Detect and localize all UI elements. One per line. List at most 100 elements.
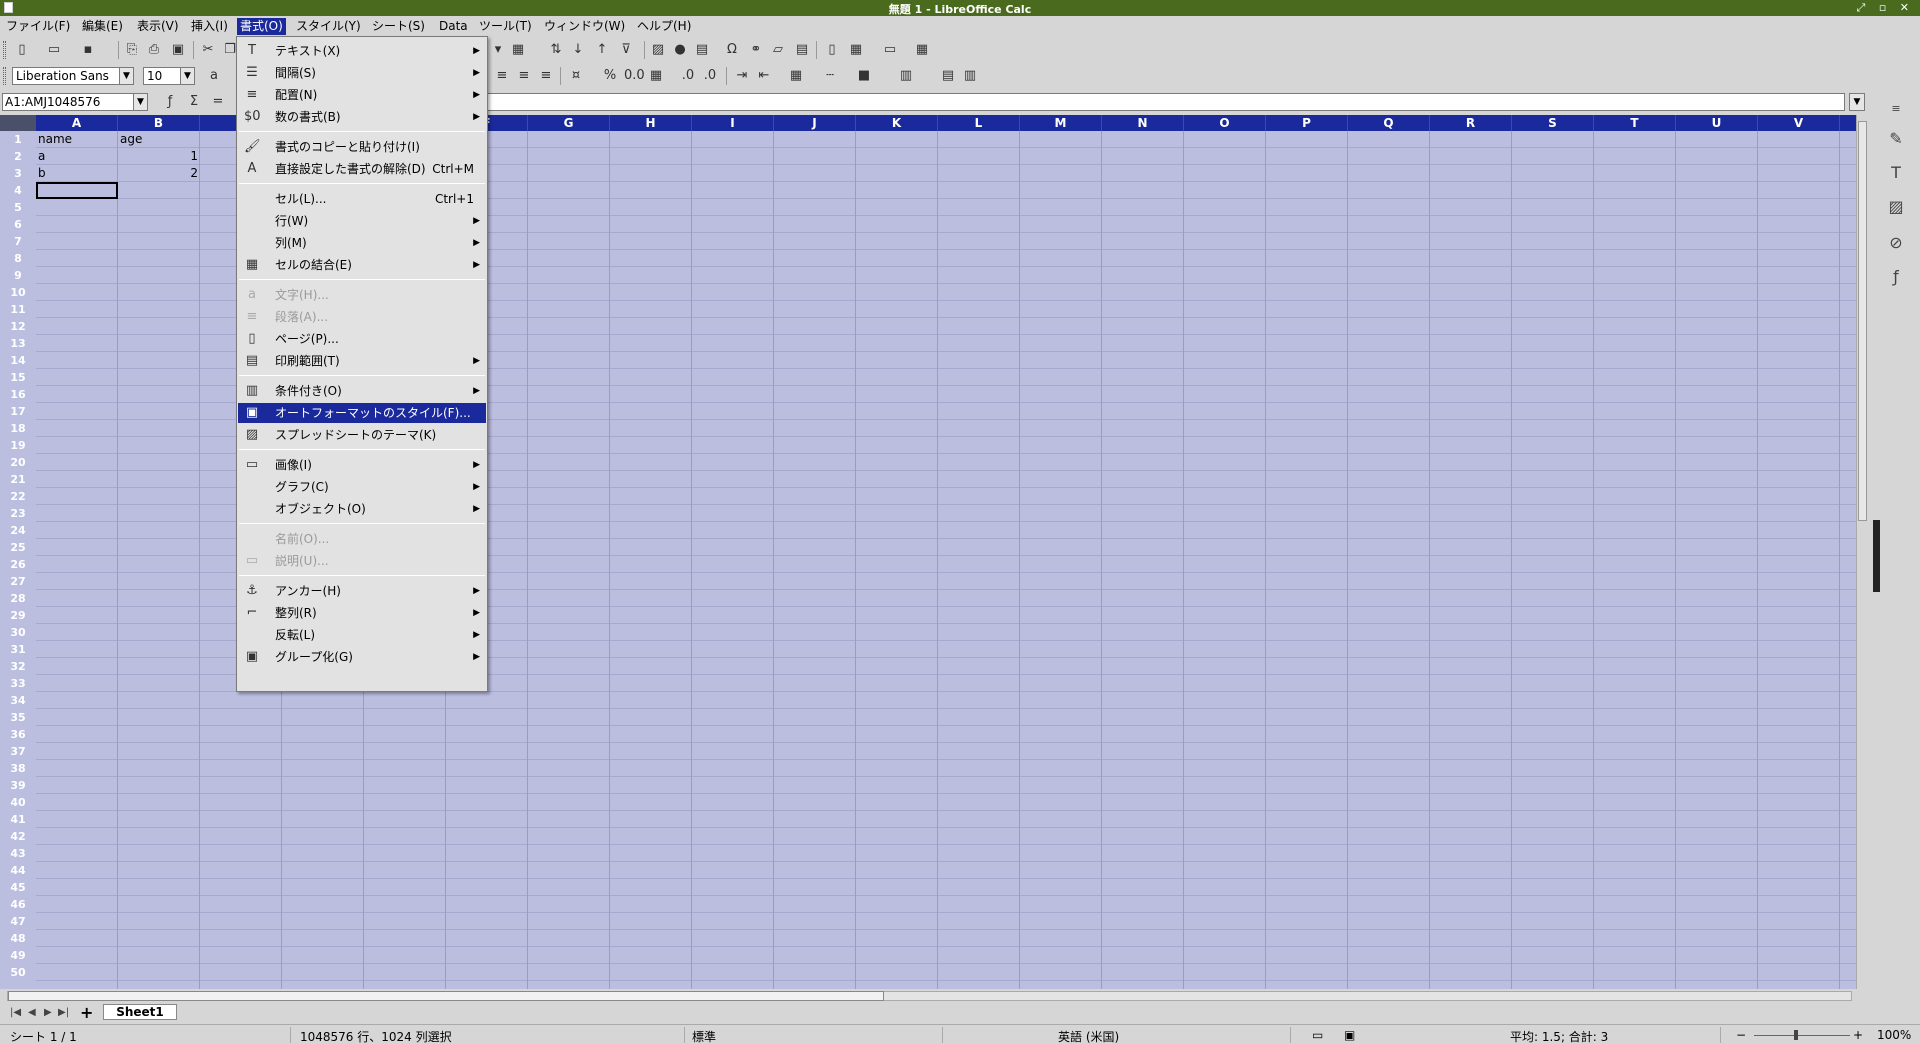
column-header[interactable]: Q	[1348, 115, 1430, 131]
column-header[interactable]: R	[1430, 115, 1512, 131]
gallery-icon[interactable]: ▨	[1886, 197, 1906, 217]
column-header[interactable]: J	[774, 115, 856, 131]
font-size-combobox[interactable]: 10 ▼	[143, 67, 195, 85]
column-header[interactable]: K	[856, 115, 938, 131]
row-header[interactable]: 36	[0, 726, 36, 743]
toolbar-grip[interactable]	[3, 41, 6, 59]
format-menu-item[interactable]: ▣ オートフォーマットのスタイル(F)...	[238, 403, 486, 423]
sum-icon[interactable]: Σ	[186, 94, 202, 110]
row-header[interactable]: 30	[0, 624, 36, 641]
menu-data[interactable]: Data	[436, 18, 471, 35]
row-header[interactable]: 27	[0, 573, 36, 590]
hyperlink-icon[interactable]: ⚭	[748, 42, 764, 58]
menu-styles[interactable]: スタイル(Y)	[293, 18, 364, 35]
last-sheet-icon[interactable]: ▶|	[58, 1007, 69, 1018]
comment-icon[interactable]: ▱	[770, 42, 786, 58]
horizontal-scrollbar[interactable]	[0, 989, 1864, 1004]
format-menu-item[interactable]: ⚓ アンカー(H) ▶	[238, 581, 486, 601]
zoom-slider[interactable]	[1754, 1035, 1850, 1036]
print-icon[interactable]: ⎙	[146, 42, 162, 58]
cell-a2[interactable]: a	[36, 148, 118, 165]
column-header[interactable]: I	[692, 115, 774, 131]
column-header[interactable]: L	[938, 115, 1020, 131]
split-window-icon[interactable]: ▭	[882, 42, 898, 58]
row-header[interactable]: 22	[0, 488, 36, 505]
zoom-in-icon[interactable]: +	[1853, 1028, 1863, 1042]
pivot-table-icon[interactable]: ▤	[694, 42, 710, 58]
menu-edit[interactable]: 編集(E)	[79, 18, 126, 35]
format-menu-item[interactable]: ≡ 配置(N) ▶	[238, 85, 486, 105]
row-header[interactable]: 2	[0, 148, 36, 165]
row-header[interactable]: 8	[0, 250, 36, 267]
format-menu-item[interactable]: 列(M) ▶	[238, 233, 486, 253]
align-center-icon[interactable]: ≡	[494, 68, 510, 84]
conditional-format-icon[interactable]: ▥	[898, 68, 914, 84]
select-all-corner[interactable]	[0, 115, 36, 131]
row-header[interactable]: 15	[0, 369, 36, 386]
toolbar-grip[interactable]	[3, 67, 6, 85]
chevron-down-icon[interactable]: ▼	[180, 68, 194, 84]
row-header[interactable]: 50	[0, 964, 36, 981]
format-menu-item[interactable]: ▨ スプレッドシートのテーマ(K)	[238, 425, 486, 445]
styles-icon[interactable]: T	[1886, 163, 1906, 183]
row-header[interactable]: 42	[0, 828, 36, 845]
row-header[interactable]: 25	[0, 539, 36, 556]
row-header[interactable]: 33	[0, 675, 36, 692]
row-header[interactable]: 17	[0, 403, 36, 420]
sort-icon[interactable]: ⇅	[548, 42, 564, 58]
row-header[interactable]: 7	[0, 233, 36, 250]
row-header[interactable]: 12	[0, 318, 36, 335]
page-style[interactable]: 標準	[692, 1028, 716, 1044]
column-header[interactable]: T	[1594, 115, 1676, 131]
next-sheet-icon[interactable]: ▶	[44, 1007, 52, 1018]
row-header[interactable]: 5	[0, 199, 36, 216]
format-menu-item[interactable]: ▤ 印刷範囲(T) ▶	[238, 351, 486, 371]
expand-formula-bar-icon[interactable]: ▼	[1849, 93, 1865, 111]
insert-columns-icon[interactable]: ▥	[962, 68, 978, 84]
row-header[interactable]: 16	[0, 386, 36, 403]
format-menu-item[interactable]: オブジェクト(O) ▶	[238, 499, 486, 519]
format-menu-item[interactable]: ⌐ 整列(R) ▶	[238, 603, 486, 623]
row-header[interactable]: 32	[0, 658, 36, 675]
row-header[interactable]: 6	[0, 216, 36, 233]
row-header[interactable]: 10	[0, 284, 36, 301]
format-menu-item[interactable]: グラフ(C) ▶	[238, 477, 486, 497]
row-header[interactable]: 1	[0, 131, 36, 148]
format-menu-item[interactable]: 反転(L) ▶	[238, 625, 486, 645]
chevron-down-icon[interactable]: ▼	[119, 68, 133, 84]
add-decimal-icon[interactable]: .0	[680, 68, 696, 84]
new-document-icon[interactable]: ▯	[14, 42, 30, 58]
format-menu-item[interactable]: 🖌 書式のコピーと貼り付け(I)	[238, 137, 486, 157]
row-header[interactable]: 41	[0, 811, 36, 828]
row-header[interactable]: 49	[0, 947, 36, 964]
align-right-icon[interactable]: ≡	[516, 68, 532, 84]
decrease-indent-icon[interactable]: ⇤	[756, 68, 772, 84]
format-menu-item[interactable]: ▯ ページ(P)...	[238, 329, 486, 349]
row-header[interactable]: 38	[0, 760, 36, 777]
row-header[interactable]: 26	[0, 556, 36, 573]
print-preview-icon[interactable]: ▣	[170, 42, 186, 58]
date-format-icon[interactable]: ▦	[648, 68, 664, 84]
row-header[interactable]: 23	[0, 505, 36, 522]
sort-descending-icon[interactable]: ↑	[594, 42, 610, 58]
properties-icon[interactable]: ✎	[1886, 129, 1906, 149]
row-header[interactable]: 28	[0, 590, 36, 607]
number-format-icon[interactable]: 0.0	[624, 68, 645, 84]
chevron-down-icon[interactable]: ▼	[133, 94, 147, 110]
row-header[interactable]: 31	[0, 641, 36, 658]
formula-icon[interactable]: =	[210, 94, 226, 110]
font-name-combobox[interactable]: Liberation Sans ▼	[12, 67, 134, 85]
menu-help[interactable]: ヘルプ(H)	[634, 18, 694, 35]
horizontal-scroll-thumb[interactable]	[8, 991, 884, 1001]
row-header[interactable]: 34	[0, 692, 36, 709]
borders-icon[interactable]: ▦	[510, 42, 526, 58]
increase-indent-icon[interactable]: ⇥	[734, 68, 750, 84]
name-box[interactable]: A1:AMJ1048576 ▼	[2, 93, 148, 111]
save-icon[interactable]: ▪	[80, 42, 96, 58]
column-header[interactable]: S	[1512, 115, 1594, 131]
row-header[interactable]: 29	[0, 607, 36, 624]
format-menu-item[interactable]: $0 数の書式(B) ▶	[238, 107, 486, 127]
insert-chart-icon[interactable]: ●	[672, 42, 688, 58]
column-header[interactable]: B	[118, 115, 200, 131]
column-header[interactable]: N	[1102, 115, 1184, 131]
